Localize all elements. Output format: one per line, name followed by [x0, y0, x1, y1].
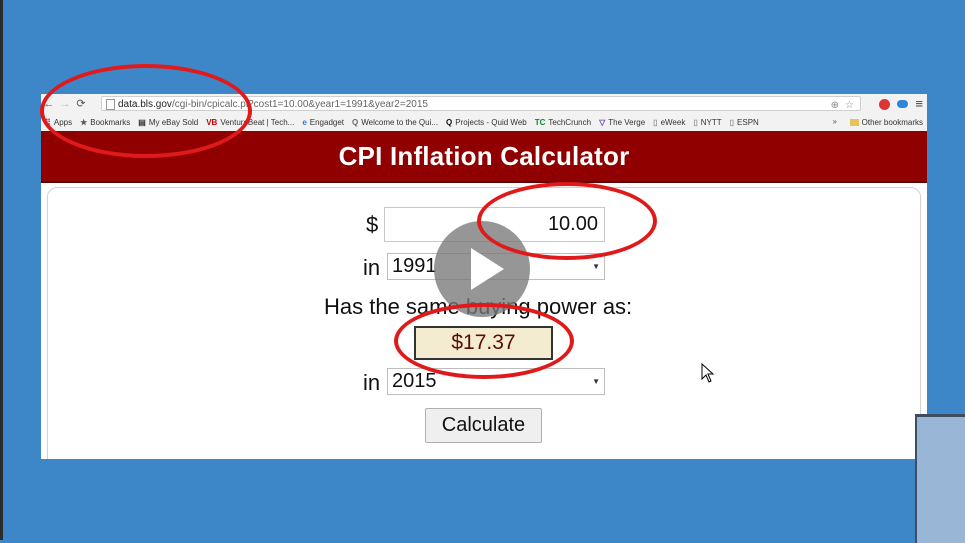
dropdown-arrow-icon: ▼: [592, 377, 600, 386]
more-bookmarks-icon[interactable]: »: [833, 117, 837, 126]
bookmark-label: Welcome to the Qui...: [361, 118, 439, 127]
bookmark-star-icon[interactable]: ☆: [845, 99, 854, 113]
window-edge: [0, 0, 3, 540]
highlight-ellipse-amount: [477, 182, 657, 260]
folder-icon: [849, 119, 859, 126]
engadget-icon: e: [302, 118, 307, 127]
page-icon: ▯: [653, 118, 658, 127]
bookmark-label: Engadget: [309, 118, 345, 127]
highlight-ellipse-url: [40, 64, 252, 158]
bookmark-techcrunch[interactable]: TC TechCrunch: [531, 118, 595, 127]
year2-value: 2015: [392, 370, 437, 392]
extension-red-icon[interactable]: [879, 98, 891, 110]
verge-icon: ▽: [599, 118, 606, 127]
corner-panel: [915, 414, 965, 543]
menu-icon[interactable]: ≡: [915, 97, 923, 111]
zoom-icon[interactable]: ⊕: [831, 99, 839, 113]
bookmark-espn[interactable]: ▯ ESPN: [726, 118, 763, 127]
page-title: CPI Inflation Calculator: [338, 140, 630, 171]
year2-in-label: in: [363, 370, 381, 395]
techcrunch-icon: TC: [534, 118, 546, 127]
quid-web-icon: Q: [446, 118, 453, 127]
extension-cloud-icon[interactable]: [897, 100, 909, 108]
bookmark-label: TechCrunch: [548, 118, 592, 127]
other-bookmarks[interactable]: Other bookmarks: [849, 114, 923, 131]
bookmark-label: The Verge: [608, 118, 646, 127]
bookmark-label: ESPN: [737, 118, 759, 127]
highlight-ellipse-result: [394, 303, 574, 379]
bookmark-label: eWeek: [660, 118, 686, 127]
bookmark-eweek[interactable]: ▯ eWeek: [649, 118, 689, 127]
other-bookmarks-label: Other bookmarks: [861, 118, 923, 127]
currency-label: $: [366, 212, 379, 237]
calculate-button[interactable]: Calculate: [425, 408, 542, 443]
page-icon: ▯: [693, 118, 698, 127]
quid-icon: Q: [352, 118, 359, 127]
year1-in-label: in: [363, 255, 381, 280]
page-icon: ▯: [729, 118, 735, 127]
bookmark-nytt[interactable]: ▯ NYTT: [689, 118, 725, 127]
bookmark-verge[interactable]: ▽ The Verge: [595, 118, 649, 127]
bookmark-label: Projects - Quid Web: [455, 118, 527, 127]
bookmark-engadget[interactable]: e Engadget: [298, 118, 348, 127]
year1-value: 1991: [392, 255, 437, 277]
bookmark-quid[interactable]: Q Welcome to the Qui...: [348, 118, 442, 127]
mouse-cursor-icon: [701, 363, 715, 383]
bookmark-label: NYTT: [700, 118, 722, 127]
bookmark-quid-web[interactable]: Q Projects - Quid Web: [442, 118, 531, 127]
